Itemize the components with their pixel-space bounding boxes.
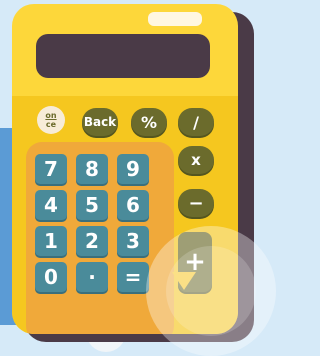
digit-5-label: 5 <box>85 193 99 217</box>
digit-8-button[interactable]: 8 <box>76 154 108 184</box>
digit-2-button[interactable]: 2 <box>76 226 108 256</box>
digit-6-button[interactable]: 6 <box>117 190 149 220</box>
digit-3-button[interactable]: 3 <box>117 226 149 256</box>
digit-0-label: 0 <box>44 265 58 289</box>
digit-1-label: 1 <box>44 229 58 253</box>
multiply-button[interactable]: x <box>178 146 214 174</box>
equals-label: = <box>124 265 142 289</box>
divide-label: / <box>193 112 199 132</box>
multiply-label: x <box>191 151 201 169</box>
divide-button[interactable]: / <box>178 108 214 136</box>
digit-4-label: 4 <box>44 193 58 217</box>
digit-3-label: 3 <box>126 229 140 253</box>
equals-button[interactable]: = <box>117 262 149 292</box>
digit-9-label: 9 <box>126 157 140 181</box>
minus-button[interactable]: − <box>178 189 214 217</box>
percent-label: % <box>140 112 158 132</box>
minus-label: − <box>188 192 204 214</box>
digit-6-label: 6 <box>126 193 140 217</box>
digit-7-button[interactable]: 7 <box>35 154 67 184</box>
ce-label: ce <box>45 120 57 129</box>
digit-5-button[interactable]: 5 <box>76 190 108 220</box>
highlight-glow-inner <box>166 246 256 336</box>
digit-0-button[interactable]: 0 <box>35 262 67 292</box>
digit-7-label: 7 <box>44 157 58 181</box>
digit-9-button[interactable]: 9 <box>117 154 149 184</box>
decimal-point-label: · <box>88 265 96 289</box>
back-button[interactable]: Back <box>82 108 118 136</box>
calculator-display <box>36 34 210 78</box>
back-label: Back <box>83 115 117 129</box>
digit-2-label: 2 <box>85 229 99 253</box>
percent-button[interactable]: % <box>131 108 167 136</box>
digit-4-button[interactable]: 4 <box>35 190 67 220</box>
decimal-point-button[interactable]: · <box>76 262 108 292</box>
on-ce-button[interactable]: on ce <box>37 106 65 134</box>
digit-1-button[interactable]: 1 <box>35 226 67 256</box>
on-label: on <box>45 111 57 120</box>
solar-panel <box>148 12 202 26</box>
digit-8-label: 8 <box>85 157 99 181</box>
